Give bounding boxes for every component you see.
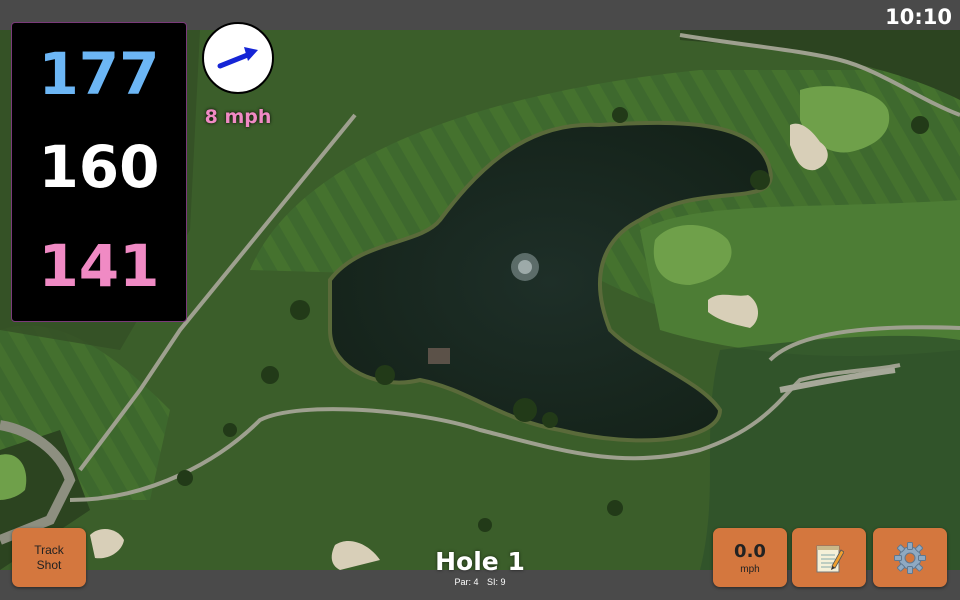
- arrow-icon: [217, 47, 258, 69]
- notepad-icon: [816, 545, 844, 572]
- track-shot-button[interactable]: Track Shot: [12, 528, 86, 587]
- speed-unit: mph: [740, 563, 760, 575]
- track-shot-label-line2: Shot: [36, 557, 62, 572]
- notes-button[interactable]: [792, 528, 866, 587]
- hole-info: Par: 4 SI: 9: [400, 577, 560, 587]
- speed-value: 0.0: [734, 540, 766, 562]
- track-shot-label-line1: Track: [34, 543, 64, 558]
- hole-stroke-index: SI: 9: [487, 577, 506, 587]
- wind-direction-indicator: [202, 22, 274, 94]
- wind-speed-label: 8 mph: [204, 106, 272, 128]
- distance-front: 141: [38, 232, 160, 300]
- distance-panel: 177 160 141: [11, 22, 187, 322]
- clock: 10:10: [885, 5, 952, 29]
- speed-button[interactable]: 0.0 mph: [713, 528, 787, 587]
- hole-par: Par: 4: [454, 577, 479, 587]
- hole-title: Hole 1: [435, 547, 525, 576]
- settings-button[interactable]: [873, 528, 947, 587]
- distance-middle: 160: [38, 133, 160, 201]
- distance-back: 177: [38, 40, 160, 108]
- gear-icon: [894, 541, 926, 574]
